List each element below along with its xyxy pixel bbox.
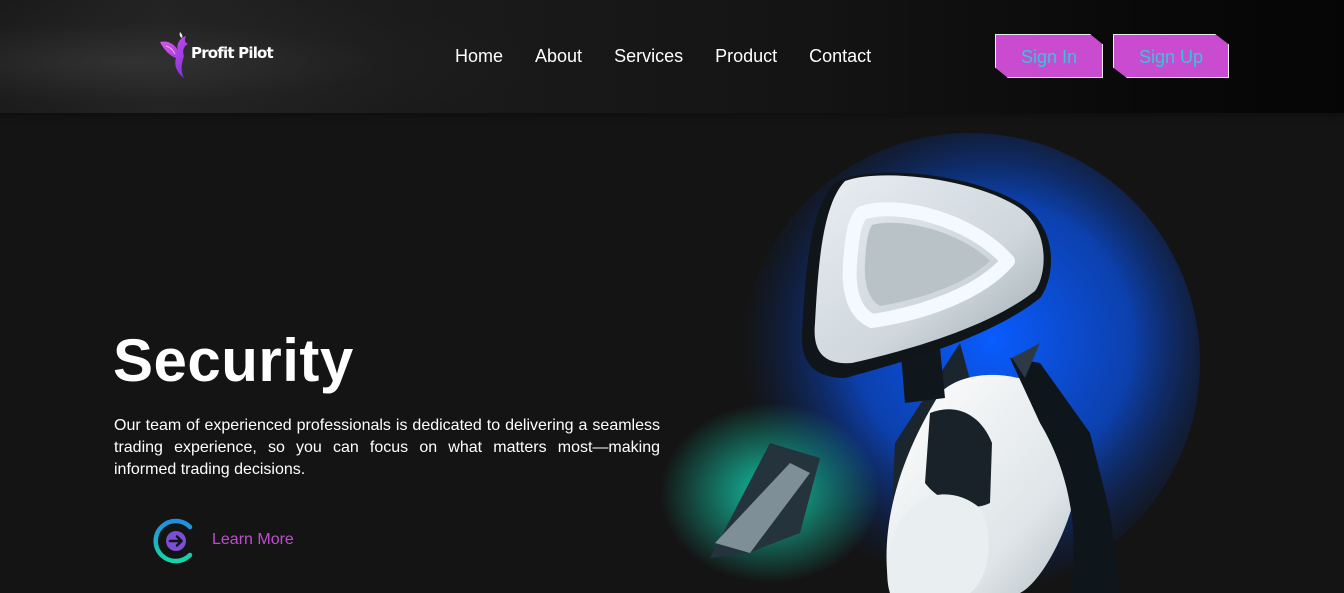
brand-logo[interactable]: Profit Pilot	[158, 28, 288, 80]
nav-item-product[interactable]: Product	[715, 45, 777, 67]
learn-more-link[interactable]: Learn More	[150, 517, 310, 565]
main-nav: Home About Services Product Contact	[455, 45, 871, 67]
nav-item-services[interactable]: Services	[614, 45, 683, 67]
nav-item-contact[interactable]: Contact	[809, 45, 871, 67]
site-header: Profit Pilot Home About Services Product…	[0, 0, 1344, 113]
sign-up-button[interactable]: Sign Up	[1113, 34, 1229, 78]
nav-item-home[interactable]: Home	[455, 45, 503, 67]
arrow-right-circle-icon	[153, 518, 193, 564]
learn-more-label: Learn More	[212, 531, 294, 548]
brand-name: Profit Pilot	[191, 44, 274, 62]
hero-description: Our team of experienced professionals is…	[114, 417, 660, 478]
sign-in-button[interactable]: Sign In	[995, 34, 1103, 78]
robot-illustration	[660, 133, 1200, 593]
nav-item-about[interactable]: About	[535, 45, 582, 67]
hero-title: Security	[113, 327, 354, 394]
